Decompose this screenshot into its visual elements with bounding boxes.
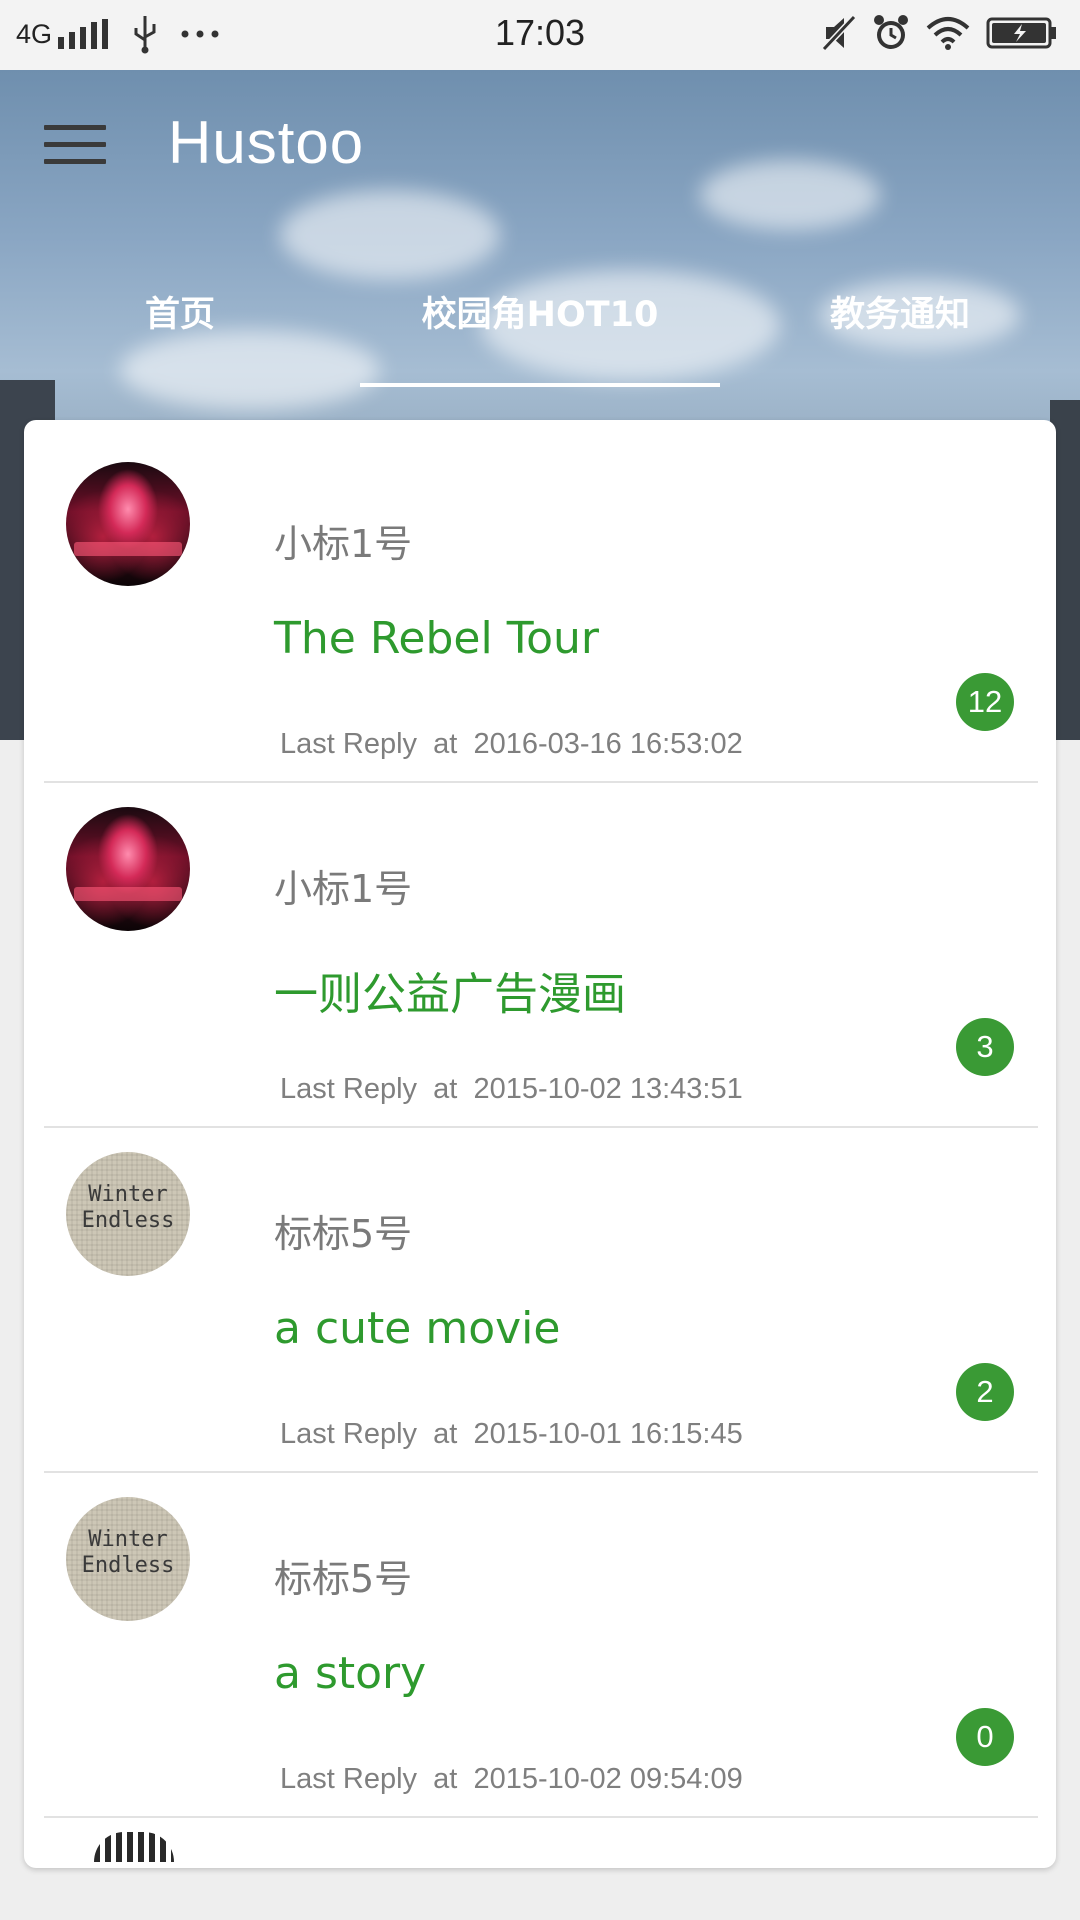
post-list: 小标1号 The Rebel Tour Last Reply at 2016-0… — [44, 438, 1038, 1862]
tab-home[interactable]: 首页 — [0, 290, 360, 380]
last-reply-label: Last Reply — [280, 1073, 418, 1105]
post-last-reply: Last Reply at 2016-03-16 16:53:02 — [280, 728, 743, 761]
post-author: 标标5号 — [274, 1557, 413, 1601]
hamburger-icon-bar — [44, 159, 106, 164]
avatar[interactable] — [66, 807, 190, 931]
post-title[interactable]: The Rebel Tour — [274, 613, 599, 664]
post-title[interactable]: 一则公益广告漫画 — [274, 958, 626, 1022]
status-bar-right — [822, 14, 1058, 52]
last-reply-time: 2016-03-16 16:53:02 — [473, 728, 743, 760]
at-label: at — [433, 1763, 458, 1795]
avatar-text-line: Endless — [81, 1553, 175, 1578]
avatar-text: Winter Endless — [66, 1527, 190, 1579]
reply-count-badge: 2 — [956, 1363, 1014, 1421]
list-item[interactable] — [44, 1818, 1038, 1862]
app-title: Hustoo — [168, 109, 365, 176]
post-list-card: 小标1号 The Rebel Tour Last Reply at 2016-0… — [24, 420, 1056, 1868]
mute-icon — [822, 15, 856, 51]
avatar-text-line: Endless — [81, 1208, 175, 1233]
avatar[interactable]: Winter Endless — [66, 1152, 190, 1276]
avatar-text-line: Winter — [88, 1182, 168, 1207]
reply-count-badge: 12 — [956, 673, 1014, 731]
last-reply-time: 2015-10-02 09:54:09 — [473, 1763, 743, 1795]
post-author: 小标1号 — [274, 867, 413, 911]
at-label: at — [433, 1073, 458, 1105]
last-reply-time: 2015-10-01 16:15:45 — [473, 1418, 743, 1450]
avatar-text: Winter Endless — [66, 1182, 190, 1234]
tab-bar: 首页 校园角HOT10 教务通知 — [0, 290, 1080, 390]
last-reply-label: Last Reply — [280, 1418, 418, 1450]
tab-academic-notices[interactable]: 教务通知 — [720, 290, 1080, 380]
avatar-text-line: Winter — [88, 1527, 168, 1552]
post-last-reply: Last Reply at 2015-10-02 09:54:09 — [280, 1763, 743, 1796]
last-reply-label: Last Reply — [280, 1763, 418, 1795]
avatar-stage-floor — [74, 887, 182, 901]
status-bar: 4G 17:03 — [0, 0, 1080, 70]
avatar-stage-floor — [74, 542, 182, 556]
avatar[interactable] — [66, 462, 190, 586]
list-item[interactable]: Winter Endless 标标5号 a story Last Reply at… — [44, 1473, 1038, 1818]
avatar[interactable] — [94, 1832, 174, 1862]
post-title[interactable]: a cute movie — [274, 1303, 560, 1354]
active-tab-indicator — [360, 383, 720, 387]
battery-charging-icon — [986, 17, 1056, 49]
post-last-reply: Last Reply at 2015-10-02 13:43:51 — [280, 1073, 743, 1106]
hamburger-icon-bar — [44, 125, 106, 130]
reply-count-badge: 0 — [956, 1708, 1014, 1766]
at-label: at — [433, 728, 458, 760]
list-item[interactable]: 小标1号 一则公益广告漫画 Last Reply at 2015-10-02 1… — [44, 783, 1038, 1128]
reply-count-badge: 3 — [956, 1018, 1014, 1076]
tab-campus-hot10[interactable]: 校园角HOT10 — [360, 290, 720, 380]
last-reply-label: Last Reply — [280, 728, 418, 760]
wifi-icon — [926, 17, 970, 50]
post-last-reply: Last Reply at 2015-10-01 16:15:45 — [280, 1418, 743, 1451]
alarm-icon — [874, 15, 908, 49]
post-author: 标标5号 — [274, 1212, 413, 1256]
menu-button[interactable] — [44, 125, 106, 169]
avatar[interactable]: Winter Endless — [66, 1497, 190, 1621]
last-reply-time: 2015-10-02 13:43:51 — [473, 1073, 743, 1105]
post-author: 小标1号 — [274, 522, 413, 566]
list-item[interactable]: Winter Endless 标标5号 a cute movie Last Rep… — [44, 1128, 1038, 1473]
at-label: at — [433, 1418, 458, 1450]
hamburger-icon-bar — [44, 142, 106, 147]
list-item[interactable]: 小标1号 The Rebel Tour Last Reply at 2016-0… — [44, 438, 1038, 783]
post-title[interactable]: a story — [274, 1648, 426, 1699]
